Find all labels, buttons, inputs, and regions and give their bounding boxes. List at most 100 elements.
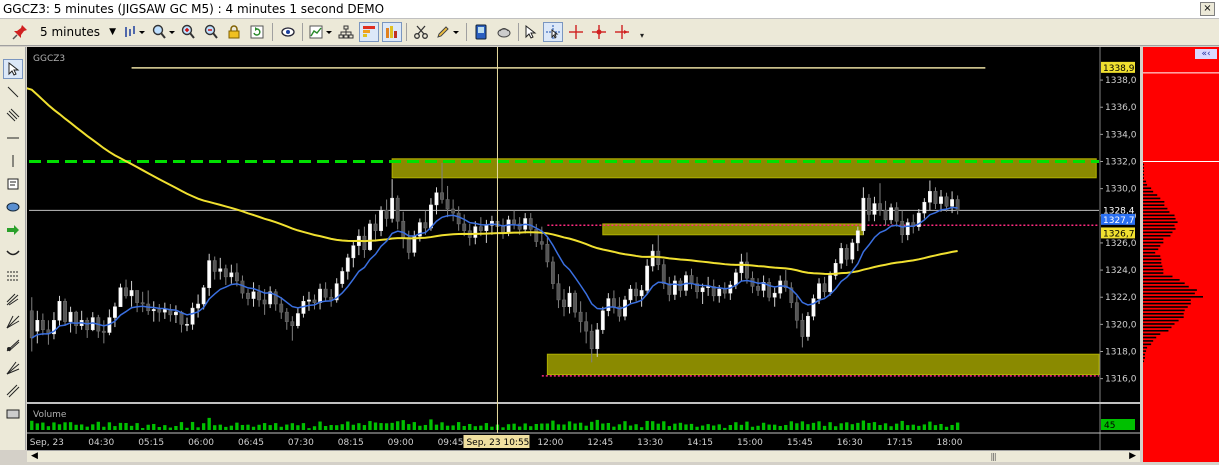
pencil-icon[interactable] bbox=[434, 22, 462, 42]
volume-bar bbox=[811, 422, 816, 430]
volume-bar bbox=[140, 427, 145, 430]
scroll-left-icon[interactable]: ◀ bbox=[31, 451, 38, 461]
gann-fan-tool-icon[interactable] bbox=[3, 312, 23, 332]
candle-body bbox=[218, 268, 223, 272]
candle-body bbox=[772, 292, 777, 298]
chart-canvas[interactable]: GGCZ3 Volume 1338,0 1336,0 1334,0 1332,0 133… bbox=[0, 47, 1140, 450]
speed-lines-tool-icon[interactable] bbox=[3, 358, 23, 378]
collapse-panel-button[interactable]: «‹ bbox=[1195, 49, 1217, 59]
volume-profile-bar bbox=[1143, 353, 1146, 356]
volume-bar bbox=[822, 425, 827, 430]
time-tick-label: 12:45 bbox=[587, 438, 613, 448]
candle-body bbox=[240, 280, 245, 294]
volume-bar bbox=[30, 420, 34, 430]
pitchfork-tool-icon[interactable] bbox=[3, 289, 23, 309]
lock-icon[interactable] bbox=[224, 22, 244, 42]
channel-tool-icon[interactable] bbox=[3, 105, 23, 125]
toolbar-separator bbox=[272, 23, 273, 41]
crosshair-dot-icon[interactable] bbox=[589, 22, 609, 42]
volume-bar bbox=[939, 423, 943, 430]
pin-icon[interactable] bbox=[10, 22, 30, 42]
grid-colors-icon[interactable] bbox=[359, 22, 379, 42]
hierarchy-icon[interactable] bbox=[336, 22, 356, 42]
volume-profile-bar bbox=[1143, 170, 1145, 173]
phone-icon[interactable] bbox=[494, 22, 514, 42]
time-tick-label: 18:00 bbox=[937, 438, 963, 448]
cycle-tool-icon[interactable] bbox=[3, 335, 23, 355]
volume-bar bbox=[817, 421, 821, 430]
horizontal-line-tool-icon[interactable] bbox=[3, 128, 23, 148]
volume-bar bbox=[540, 423, 544, 430]
volume-profile-bar bbox=[1143, 238, 1164, 240]
crosshair-icon[interactable] bbox=[566, 22, 586, 42]
zoom-icon[interactable] bbox=[150, 22, 178, 42]
price-tick-label: 1320,0 bbox=[1105, 320, 1137, 330]
pointer-tool-icon[interactable] bbox=[3, 59, 23, 79]
candle-body bbox=[867, 197, 871, 215]
rectangle-tool-icon[interactable] bbox=[3, 404, 23, 424]
candle-body bbox=[828, 275, 833, 293]
volume-bar bbox=[351, 424, 355, 430]
candle-body bbox=[440, 192, 444, 200]
volume-panel-label: Volume bbox=[33, 410, 67, 420]
volume-bar bbox=[761, 422, 766, 430]
candle-body bbox=[700, 287, 705, 293]
volume-profile-bar bbox=[1143, 360, 1145, 363]
fib-tool-icon[interactable] bbox=[3, 266, 23, 286]
volume-bar bbox=[584, 425, 588, 430]
volume-bar bbox=[523, 423, 527, 430]
candle-body bbox=[484, 225, 489, 231]
bell-icon[interactable] bbox=[471, 22, 491, 42]
volume-profile-bar bbox=[1143, 326, 1172, 329]
volume-profile-bar bbox=[1143, 265, 1163, 268]
supply-demand-zone bbox=[546, 353, 1100, 376]
eraser-icon[interactable] bbox=[520, 22, 540, 42]
more-icon[interactable]: ▾ bbox=[636, 29, 648, 41]
bar-type-icon[interactable] bbox=[122, 22, 148, 42]
columns-icon[interactable] bbox=[382, 22, 402, 42]
volume-bar bbox=[712, 425, 716, 430]
scroll-right-icon[interactable]: ▶ bbox=[1129, 451, 1136, 461]
volume-profile-bar bbox=[1143, 187, 1152, 190]
candle-body bbox=[140, 302, 145, 305]
scissors-icon[interactable] bbox=[411, 22, 431, 42]
volume-bar bbox=[124, 423, 128, 430]
volume-bar bbox=[35, 423, 39, 430]
volume-bar bbox=[828, 422, 832, 430]
cursor-icon[interactable] bbox=[543, 22, 563, 42]
price-chart[interactable]: GGCZ3 Volume 1338,0 1336,0 1334,0 1332,0 133… bbox=[0, 47, 1140, 450]
arc-tool-icon[interactable] bbox=[3, 243, 23, 263]
close-button[interactable]: × bbox=[1200, 2, 1215, 16]
note-tool-icon[interactable] bbox=[3, 174, 23, 194]
regression-tool-icon[interactable] bbox=[3, 381, 23, 401]
volume-profile-bar bbox=[1143, 194, 1158, 196]
candle-body bbox=[756, 286, 760, 291]
chart-type-icon[interactable] bbox=[307, 22, 335, 42]
line-tool-icon[interactable] bbox=[3, 82, 23, 102]
volume-bar bbox=[312, 426, 317, 430]
horizontal-scrollbar[interactable]: ◀ ||| ▶ bbox=[27, 450, 1140, 462]
crosshair-arrow-icon[interactable] bbox=[612, 22, 632, 42]
zoom-in-icon[interactable] bbox=[178, 22, 198, 42]
eye-icon[interactable] bbox=[278, 22, 298, 42]
volume-bar bbox=[745, 421, 749, 430]
crosshair-time-label: Sep, 23 10:55 bbox=[466, 438, 529, 448]
candle-body bbox=[423, 222, 428, 229]
volume-bar bbox=[251, 426, 256, 430]
price-tick-label: 1322,0 bbox=[1105, 293, 1137, 303]
candle-body bbox=[794, 302, 799, 321]
volume-profile-bar bbox=[1143, 180, 1147, 183]
arrow-tool-icon[interactable] bbox=[3, 220, 23, 240]
vertical-line-tool-icon[interactable] bbox=[3, 151, 23, 171]
interval-select-value: 5 minutes bbox=[40, 25, 101, 39]
scrollbar-thumb[interactable]: ||| bbox=[973, 452, 1013, 461]
volume-profile-bar bbox=[1143, 241, 1164, 244]
zoom-out-icon[interactable] bbox=[201, 22, 221, 42]
interval-select[interactable]: 5 minutes ▼ bbox=[34, 22, 118, 42]
candle-body bbox=[307, 299, 311, 302]
volume-bar bbox=[872, 422, 877, 430]
time-tick-label: 06:45 bbox=[238, 438, 264, 448]
refresh-icon[interactable] bbox=[247, 22, 267, 42]
volume-bar bbox=[68, 422, 73, 430]
ellipse-tool-icon[interactable] bbox=[3, 197, 23, 217]
